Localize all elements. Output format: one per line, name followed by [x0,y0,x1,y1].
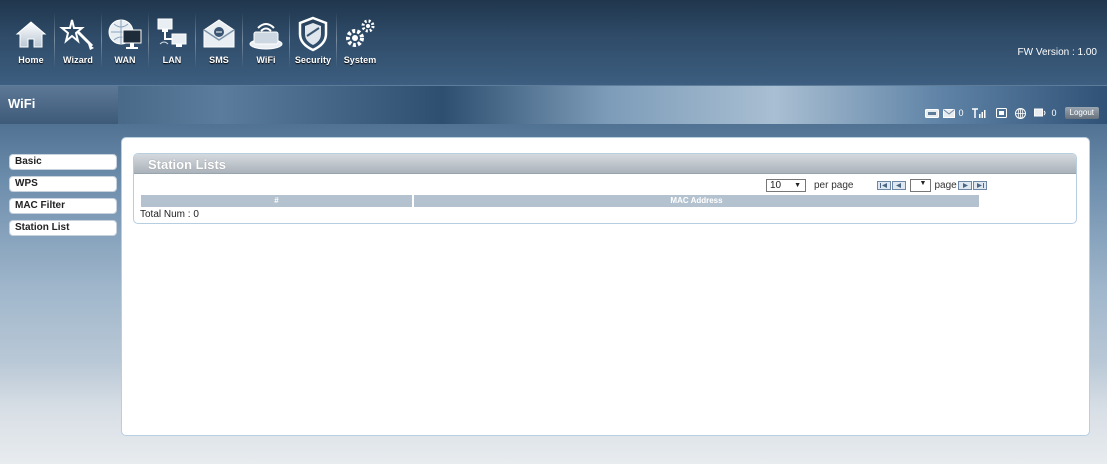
per-page-value: 10 [770,179,782,191]
sidebar-item-basic[interactable]: Basic [9,154,117,170]
nav-security[interactable]: Security [290,8,337,72]
table-header: # MAC Address [141,195,979,207]
top-navigation-bar: Home Wizard WAN LAN SMS WiFi Security Sy… [0,0,1107,86]
pagination: 10 ▼ per page ▼ page [766,178,988,192]
sidebar: Basic WPS MAC Filter Station List [9,154,117,242]
wizard-icon [59,19,94,50]
nav-label: WAN [114,55,136,65]
prev-page-button[interactable] [892,180,907,190]
nav-wan[interactable]: WAN [102,8,149,72]
sms-count: 0 [958,108,964,118]
security-icon [298,16,328,52]
next-page-button[interactable] [957,180,972,190]
nav-sms[interactable]: SMS [196,8,243,72]
home-icon [15,21,47,48]
nav-wizard[interactable]: Wizard [55,8,102,72]
next-page-icon [962,182,968,188]
panel-title: Station Lists [148,157,227,172]
per-page-select[interactable]: 10 ▼ [766,178,806,192]
first-page-button[interactable] [877,180,892,190]
status-bar: WiFi 0 0 Logout [0,86,1107,124]
prev-page-icon [896,182,902,188]
globe-icon [1014,107,1026,119]
panel-header: Station Lists [134,154,1076,174]
first-page-icon [880,182,888,188]
station-lists-panel: Station Lists 10 ▼ per page ▼ page # MAC… [133,153,1077,224]
wifi-clients-icon [1033,108,1046,117]
column-header-mac-address: MAC Address [414,195,979,207]
wifi-icon [249,23,283,50]
last-page-button[interactable] [972,180,987,190]
nav-label: System [343,55,377,65]
sim-icon [924,108,939,118]
dropdown-arrow-icon: ▼ [794,181,801,189]
nav-label: WiFi [256,55,276,65]
sidebar-item-station-list[interactable]: Station List [9,220,117,236]
section-tab: WiFi [0,86,118,124]
nav-wifi[interactable]: WiFi [243,8,290,72]
main-content: Station Lists 10 ▼ per page ▼ page # MAC… [121,137,1090,436]
last-page-icon [976,182,984,188]
total-count: Total Num : 0 [140,209,199,220]
wifi-clients-count: 0 [1051,108,1057,118]
page-select[interactable]: ▼ [910,178,932,192]
nav-label: Security [294,55,332,65]
nav-label: LAN [162,55,182,65]
firmware-version: FW Version : 1.00 [1017,47,1097,58]
nav-label: Wizard [62,55,94,65]
dropdown-arrow-icon: ▼ [919,179,927,187]
nav-lan[interactable]: LAN [149,8,196,72]
page-title: WiFi [8,96,36,111]
sms-icon [203,19,235,48]
nav-label: SMS [209,55,229,65]
page-label: page [934,179,957,191]
per-page-label: per page [814,179,854,191]
nav-label: Home [18,55,44,65]
main-nav: Home Wizard WAN LAN SMS WiFi Security Sy… [8,8,384,72]
logout-button[interactable]: Logout [1064,107,1099,119]
sidebar-item-wps[interactable]: WPS [9,176,117,192]
status-icons: 0 0 Logout [924,107,1099,119]
nav-home[interactable]: Home [8,8,55,72]
sidebar-item-mac-filter[interactable]: MAC Filter [9,198,117,214]
network-icon [995,108,1007,118]
signal-icon [971,108,986,118]
column-header-index: # [141,195,412,207]
lan-icon [157,18,187,47]
system-icon [346,19,375,47]
message-icon [942,108,955,118]
nav-system[interactable]: System [337,8,383,72]
wan-icon [108,19,142,49]
